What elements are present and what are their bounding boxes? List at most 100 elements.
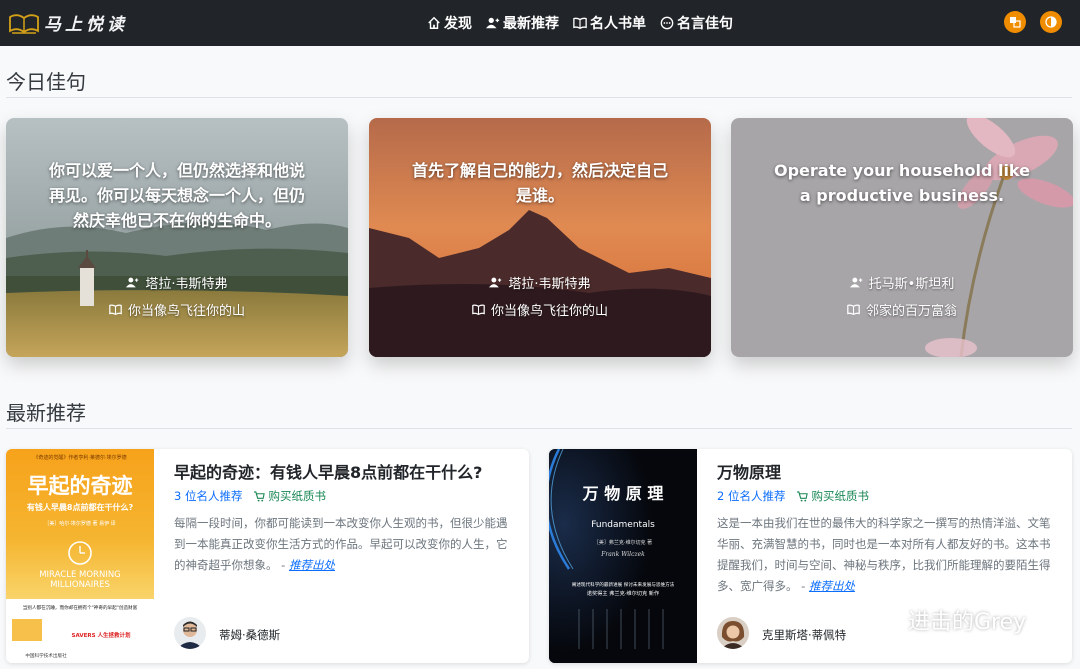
divider (6, 428, 1072, 429)
user-icon (489, 277, 502, 288)
nav-latest[interactable]: 最新推荐 (486, 13, 559, 33)
book-title[interactable]: 早起的奇迹：有钱人早晨8点前都在干什么? (174, 459, 482, 483)
book-card: 《奇迹的觉醒》作者亨利·莱德尔·埃尔罗德 早起的奇迹 有钱人早晨8点前都在干什么… (6, 449, 529, 663)
nav-quotes[interactable]: 名言佳句 (660, 13, 733, 33)
home-icon (428, 16, 440, 29)
fundamentals-cover-image: 万 物 原 理 Fundamentals ［美］弗兰克·维尔切克 著 Frank… (549, 449, 697, 663)
quote-book-title: 邻家的百万富翁 (865, 304, 957, 319)
recommender-name[interactable]: 克里斯塔·蒂佩特 (762, 627, 846, 643)
users-icon (486, 17, 500, 29)
nav-latest-label: 最新推荐 (503, 16, 559, 32)
description-text: 这是一本由我们在世的最伟大的科学家之一撰写的热情洋溢、文笔华丽、充满智慧的书，同… (717, 516, 1051, 593)
divider (6, 97, 1072, 98)
cover-bottom2: SAVERS 人生拯救计划 (72, 631, 131, 639)
cover-en1: MIRACLE MORNING (39, 570, 121, 580)
nav-actions (1004, 11, 1062, 33)
cover-authors: ［美］哈尔·埃尔罗德 著 易伊 译 (44, 520, 115, 527)
book-description: 每隔一段时间，你都可能读到一本改变你人生观的书，但很少能遇到一本能真正改变你生活… (174, 513, 510, 576)
quotes-section-title: 今日佳句 (6, 70, 86, 94)
nav-quotes-label: 名言佳句 (677, 16, 733, 32)
avatar[interactable] (174, 617, 206, 649)
cover-title: 早起的奇迹 (28, 473, 133, 498)
quote-author[interactable]: 托马斯•斯坦利 (731, 273, 1073, 292)
nav-discover[interactable]: 发现 (427, 13, 472, 33)
translate-icon (1010, 17, 1021, 28)
theme-toggle-button[interactable] (1040, 11, 1062, 33)
cover-subtitle: 有钱人早晨8点前都在干什么? (27, 502, 134, 512)
buy-label: 购买纸质书 (811, 489, 869, 503)
quote-author-name: 塔拉·韦斯特弗 (508, 277, 591, 292)
quote-author[interactable]: 塔拉·韦斯特弗 (369, 273, 711, 292)
translate-button[interactable] (1004, 11, 1026, 33)
landscape-field-image (6, 118, 348, 357)
nav-celebrity-lists-label: 名人书单 (590, 16, 646, 32)
quote-text: Operate your household like a productive… (773, 161, 1030, 205)
book-icon (472, 304, 485, 316)
cover-top-note: 《奇迹的觉醒》作者亨利·莱德尔·埃尔罗德 (33, 454, 126, 461)
brand-logo[interactable]: 马上悦读 (8, 10, 128, 35)
user-icon (126, 277, 139, 288)
cover-title: 万 物 原 理 (582, 484, 664, 503)
person-avatar-image (174, 617, 206, 649)
cover-publisher: 中国科学技术出版社 (25, 652, 67, 659)
quote-text: 首先了解自己的能力，然后决定自己是谁。 (411, 161, 668, 205)
source-link[interactable]: 推荐出处 (809, 579, 855, 593)
chat-icon (660, 16, 674, 30)
latest-section-title: 最新推荐 (6, 401, 86, 425)
open-book-logo-icon (9, 13, 39, 34)
cover-tagline2: 诺奖得主 弗兰克·维尔切克 新作 (587, 589, 659, 597)
wechat-icon (853, 604, 900, 635)
recommender-count[interactable]: 2 位名人推荐 (717, 488, 785, 504)
book-title[interactable]: 万物原理 (717, 459, 781, 483)
quote-book-title: 你当像鸟飞往你的山 (490, 304, 608, 319)
cover-authors: ［美］弗兰克·维尔切克 著 (594, 539, 652, 546)
cover-en2: MILLIONAIRES (50, 580, 110, 590)
book-meta: 3 位名人推荐 购买纸质书 (174, 488, 326, 504)
book-cover[interactable]: 万 物 原 理 Fundamentals ［美］弗兰克·维尔切克 著 Frank… (549, 449, 697, 663)
book-icon (573, 17, 587, 29)
recommender-count[interactable]: 3 位名人推荐 (174, 488, 242, 504)
quote-text: 你可以爱一个人，但仍然选择和他说再见。你可以每天想念一个人，但仍然庆幸他已不在你… (48, 161, 305, 230)
quote-book-title: 你当像鸟飞往你的山 (127, 304, 245, 319)
book-icon (847, 304, 860, 316)
cart-icon (254, 490, 266, 502)
quote-card[interactable]: 首先了解自己的能力，然后决定自己是谁。 塔拉·韦斯特弗 你当像鸟飞往你的山 (369, 118, 711, 357)
top-navbar: 马上悦读 发现 最新推荐 名人书单 名言佳句 (0, 0, 1080, 46)
watermark: 进击的Grey (852, 603, 1026, 637)
main-nav: 发现 最新推荐 名人书单 名言佳句 (427, 0, 733, 46)
quote-book[interactable]: 你当像鸟飞往你的山 (6, 300, 348, 319)
description-text: 每隔一段时间，你都可能读到一本改变你人生观的书，但很少能遇到一本能真正改变你生活… (174, 516, 508, 572)
nav-discover-label: 发现 (444, 16, 472, 32)
cover-subtitle: Fundamentals (591, 520, 655, 530)
recommender-name[interactable]: 蒂姆·桑德斯 (219, 627, 280, 643)
person-avatar-image (717, 617, 749, 649)
watermark-text: 进击的Grey (908, 610, 1027, 635)
quote-card[interactable]: Operate your household like a productive… (731, 118, 1073, 357)
cover-tagline1: 阐述现代科学的最新进展 探讨未来发展与思维方法 (572, 581, 675, 588)
quote-author-name: 塔拉·韦斯特弗 (145, 277, 228, 292)
book-cover[interactable]: 《奇迹的觉醒》作者亨利·莱德尔·埃尔罗德 早起的奇迹 有钱人早晨8点前都在干什么… (6, 449, 154, 663)
sunset-mountain-image (369, 118, 711, 357)
pink-flower-image (731, 118, 1073, 357)
book-meta: 2 位名人推荐 购买纸质书 (717, 488, 869, 504)
quote-author[interactable]: 塔拉·韦斯特弗 (6, 273, 348, 292)
user-icon (849, 277, 862, 288)
source-link[interactable]: 推荐出处 (289, 558, 335, 572)
cart-icon (797, 490, 809, 502)
nav-celebrity-lists[interactable]: 名人书单 (573, 13, 646, 33)
quote-card[interactable]: 你可以爱一个人，但仍然选择和他说再见。你可以每天想念一个人，但仍然庆幸他已不在你… (6, 118, 348, 357)
cover-bottom1: 当别人都在沉睡，而你却在拥有个"神奇的早起"创造财富 (23, 604, 138, 611)
quote-author-name: 托马斯•斯坦利 (868, 277, 955, 292)
quote-book[interactable]: 邻家的百万富翁 (731, 300, 1073, 319)
brand-name: 马上悦读 (44, 15, 128, 35)
avatar[interactable] (717, 617, 749, 649)
book-icon (109, 304, 122, 316)
cover-signature: Frank Wilczek (600, 551, 645, 558)
miracle-morning-cover-image: 《奇迹的觉醒》作者亨利·莱德尔·埃尔罗德 早起的奇迹 有钱人早晨8点前都在干什么… (6, 449, 154, 663)
buy-paper-book[interactable]: 购买纸质书 (797, 488, 869, 504)
book-description: 这是一本由我们在世的最伟大的科学家之一撰写的热情洋溢、文笔华丽、充满智慧的书，同… (717, 513, 1053, 597)
theme-toggle-icon (1045, 16, 1057, 28)
buy-label: 购买纸质书 (268, 489, 326, 503)
buy-paper-book[interactable]: 购买纸质书 (254, 488, 326, 504)
quote-book[interactable]: 你当像鸟飞往你的山 (369, 300, 711, 319)
